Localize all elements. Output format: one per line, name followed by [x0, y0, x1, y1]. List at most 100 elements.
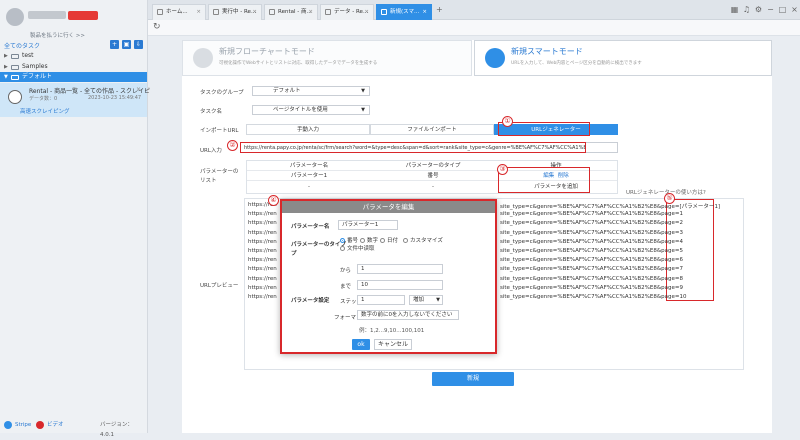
- tab-manual-input[interactable]: 手動入力: [246, 124, 370, 135]
- edit-parameter-dialog: パラメータを編集 ④ パラメーター名 パラメーター1 パラメーターのタイプ プ …: [268, 195, 497, 354]
- add-tab-icon[interactable]: +: [436, 5, 443, 14]
- close-icon[interactable]: ×: [196, 5, 201, 20]
- step-mode-value: 増加: [413, 297, 425, 303]
- tree-item-label: test: [22, 52, 34, 59]
- close-icon[interactable]: ×: [308, 5, 313, 20]
- caret-down-icon: ▼: [436, 297, 440, 303]
- preview-line-prefix: https://ren: [248, 248, 277, 254]
- tab-file-import[interactable]: ファイルインポート: [370, 124, 494, 135]
- task-name-value: ページタイトルを使用: [273, 107, 328, 113]
- smart-mode-card[interactable]: 新規スマートモード URLを入力して、Web内容とページ区分を自動的に検出できま…: [474, 40, 772, 76]
- window-close-icon[interactable]: ×: [790, 5, 799, 14]
- user-account[interactable]: [6, 6, 142, 26]
- video-link[interactable]: ビデオ: [47, 420, 64, 430]
- tab-home[interactable]: ホーム... ×: [152, 4, 206, 20]
- param-type-radio[interactable]: [403, 238, 408, 243]
- import-icon[interactable]: ⇩: [134, 40, 143, 49]
- from-input[interactable]: 1: [357, 264, 443, 274]
- chevron-right-icon: ▶: [4, 53, 8, 59]
- preview-line: site_type=c&genre=%BE%AF%C7%AF%CC%A1%B2%…: [500, 275, 683, 282]
- close-icon[interactable]: ×: [364, 5, 369, 20]
- create-button[interactable]: 新規: [432, 372, 514, 386]
- stripe-link[interactable]: Stripe: [15, 420, 31, 430]
- cancel-button[interactable]: キャンセル: [374, 339, 412, 350]
- smart-mode-desc: URLを入力して、Web内容とページ区分を自動的に検出できます: [511, 61, 642, 66]
- step-input[interactable]: 1: [357, 295, 405, 305]
- close-icon[interactable]: ×: [252, 5, 257, 20]
- preview-line: site_type=c&genre=%BE%AF%C7%AF%CC%A1%B2%…: [500, 284, 683, 291]
- task-data-count: データ数：0: [29, 95, 57, 102]
- new-folder-icon[interactable]: ▣: [122, 40, 131, 49]
- upgrade-link[interactable]: 製品を払うに行く >>: [30, 31, 85, 39]
- tree-item-test[interactable]: ▶ test: [0, 51, 147, 61]
- url-input-tail[interactable]: [586, 142, 618, 153]
- minimize-icon[interactable]: −: [766, 5, 775, 14]
- url-preview-label: URLプレビュー: [200, 283, 239, 289]
- refresh-icon[interactable]: ↻: [153, 22, 161, 32]
- highlight-box-3: [498, 167, 590, 193]
- robot-icon: [485, 48, 505, 68]
- param-type-label-wrap: プ: [291, 251, 297, 257]
- tab-label: 実行中 - Re...: [222, 9, 257, 15]
- param-type-radio[interactable]: [340, 246, 345, 251]
- new-task-icon[interactable]: +: [110, 40, 119, 49]
- to-label: まで: [340, 284, 352, 290]
- ok-button[interactable]: ok: [352, 339, 370, 350]
- task-item[interactable]: Rental - 商品一覧 - 全ての作品 - スクレイピ データ数：0 202…: [0, 83, 150, 117]
- sidebar-footer: Stripe ビデオ バージョン：4.0.1: [4, 420, 144, 438]
- task-list-header: 全てのタスク + ▣ ⇩: [4, 40, 144, 50]
- format-example: 例：1,2...9,10...100,101: [359, 328, 425, 334]
- format-select[interactable]: 数字の前に0を入力しないでください: [357, 310, 459, 320]
- fast-scrape-link[interactable]: 高速スクレイピング: [20, 107, 70, 115]
- version-label: バージョン：4.0.1: [100, 422, 133, 438]
- preview-line: site_type=c&genre=%BE%AF%C7%AF%CC%A1%B2%…: [500, 257, 683, 264]
- data-count-label: データ数：: [29, 96, 55, 102]
- tab-running[interactable]: 実行中 - Re... ×: [208, 4, 262, 20]
- tab-data[interactable]: データ - Re... ×: [320, 4, 374, 20]
- preview-line-prefix: https://ren: [248, 294, 277, 300]
- sidebar: 製品を払うに行く >> 全てのタスク + ▣ ⇩ ▶ test ▶ Sample…: [0, 0, 150, 438]
- tab-rental[interactable]: Rental - 商... ×: [264, 4, 318, 20]
- param-type-option-label: 日付: [387, 238, 399, 244]
- maximize-icon[interactable]: □: [778, 5, 787, 14]
- tree-item-samples[interactable]: ▶ Samples: [0, 62, 147, 72]
- close-icon[interactable]: ×: [422, 5, 427, 20]
- bell-icon[interactable]: ♫: [742, 5, 751, 14]
- tab-new-smart[interactable]: 新規(スマ... ×: [376, 4, 432, 20]
- url-input[interactable]: https://renta.papy.co.jp/renta/sc/frm/se…: [240, 142, 586, 153]
- tab-label: データ - Re...: [334, 9, 369, 15]
- settings-icon[interactable]: ⚙: [754, 5, 763, 14]
- preview-line: site_type=c&genre=%BE%AF%C7%AF%CC%A1%B2%…: [500, 211, 683, 218]
- account-badge-redacted: [68, 11, 98, 20]
- preview-line-prefix: https://ren: [248, 211, 277, 218]
- all-tasks-label[interactable]: 全てのタスク: [4, 41, 40, 50]
- flowchart-mode-card[interactable]: 新規フローチャートモード 可視化操作でWebサイトとリストに対応、取得したデータ…: [182, 40, 472, 76]
- preview-line-prefix: https://ren: [248, 284, 277, 291]
- preview-line-prefix: https://ren: [248, 275, 277, 282]
- flowchart-mode-title: 新規フローチャートモード: [219, 47, 315, 56]
- format-value: 数字の前に0を入力しないでください: [361, 312, 453, 318]
- flowchart-mode-icon: [193, 48, 213, 68]
- step-mode-select[interactable]: 増加 ▼: [409, 295, 443, 305]
- caret-down-icon: ▼: [361, 107, 365, 113]
- tree-item-default[interactable]: ▼ デフォルト: [0, 72, 147, 82]
- task-group-select[interactable]: デフォルト ▼: [252, 86, 370, 96]
- smart-mode-title: 新規スマートモード: [511, 47, 583, 56]
- dialog-title: パラメータを編集: [282, 201, 495, 213]
- param-type-radio[interactable]: [340, 238, 345, 243]
- param-type-option-label: 文件中读取: [347, 246, 375, 252]
- preview-line-prefix: https://ren: [248, 266, 277, 273]
- tab-label: 新規(スマ...: [390, 9, 420, 15]
- param-name-input[interactable]: パラメーター1: [338, 220, 398, 230]
- package-icon[interactable]: ▦: [730, 5, 739, 14]
- to-input[interactable]: 10: [357, 280, 443, 290]
- param-empty-type: -: [432, 184, 434, 190]
- task-close-icon[interactable]: ×: [136, 86, 141, 93]
- param-type-radio[interactable]: [380, 238, 385, 243]
- preview-line: site_type=c&genre=%BE%AF%C7%AF%CC%A1%B2%…: [500, 238, 683, 245]
- param-type-radio[interactable]: [360, 238, 365, 243]
- task-name-select[interactable]: ページタイトルを使用 ▼: [252, 105, 370, 115]
- url-input-label: URL入力: [200, 148, 222, 154]
- preview-line-prefix: https://ren: [248, 238, 277, 245]
- param-type-option-label: カスタマイズ: [410, 238, 443, 244]
